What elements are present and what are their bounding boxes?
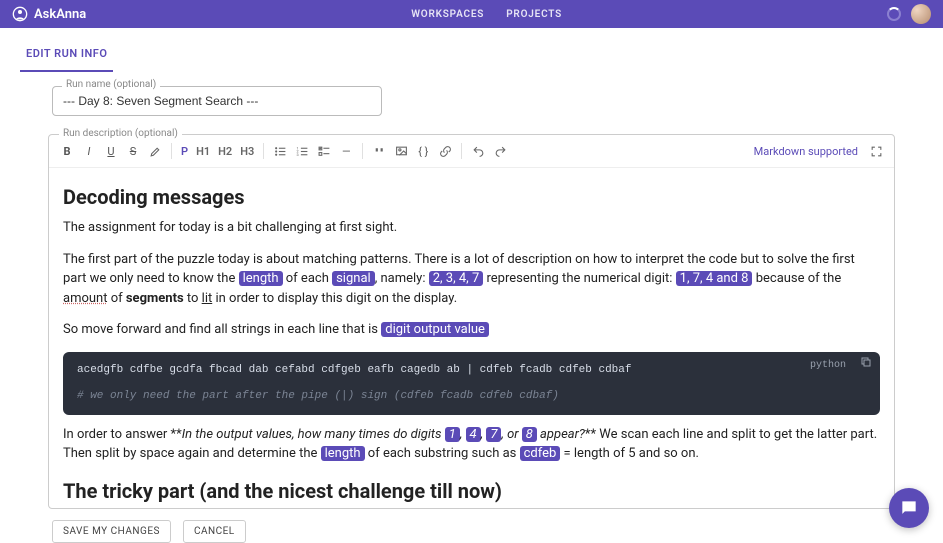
link-button[interactable] (435, 141, 455, 161)
tab-strip: EDIT RUN INFO (4, 28, 939, 72)
para-2: The first part of the puzzle today is ab… (63, 250, 880, 309)
run-name-label: Run name (optional) (62, 79, 160, 90)
para-1: The assignment for today is a bit challe… (63, 218, 880, 238)
italic-button[interactable]: I (79, 141, 99, 161)
run-name-input[interactable] (52, 86, 382, 116)
bullet-list-button[interactable] (270, 141, 290, 161)
codeblock-button[interactable]: { } (413, 141, 433, 161)
heading-tricky: The tricky part (and the nicest challeng… (63, 476, 880, 506)
undo-button[interactable] (468, 141, 488, 161)
run-description-label: Run description (optional) (59, 128, 182, 139)
para-4: In order to answer **In the output value… (63, 425, 880, 464)
h1-button[interactable]: H1 (193, 145, 213, 158)
para-3: So move forward and find all strings in … (63, 320, 880, 340)
run-name-field: Run name (optional) (52, 86, 891, 116)
chat-icon (899, 498, 919, 518)
redo-button[interactable] (490, 141, 510, 161)
chat-fab[interactable] (889, 488, 929, 528)
loading-spinner-icon (887, 7, 901, 21)
heading-decoding: Decoding messages (63, 182, 880, 212)
copy-code-button[interactable] (860, 356, 872, 368)
ordered-list-button[interactable]: 123 (292, 141, 312, 161)
task-list-button[interactable] (314, 141, 334, 161)
h2-button[interactable]: H2 (215, 145, 235, 158)
underline-button[interactable]: U (101, 141, 121, 161)
code-block: python acedgfb cdfbe gcdfa fbcad dab cef… (63, 352, 880, 415)
bold-button[interactable]: B (57, 141, 77, 161)
form-buttons: SAVE MY CHANGES CANCEL (4, 509, 939, 543)
code-line-1: acedgfb cdfbe gcdfa fbcad dab cefabd cdf… (77, 364, 632, 376)
hl-length: length (239, 271, 283, 286)
brand-text: AskAnna (34, 7, 86, 22)
hl-digits-2347: 2, 3, 4, 7 (429, 271, 484, 286)
paragraph-button[interactable]: P (178, 145, 191, 158)
brand-icon (12, 6, 28, 22)
code-comment: # we only need the part after the pipe (… (77, 388, 866, 405)
brand[interactable]: AskAnna (12, 6, 86, 22)
hl-digit-output: digit output value (381, 322, 489, 337)
code-lang: python (810, 358, 846, 373)
nav-projects[interactable]: PROJECTS (506, 9, 562, 20)
tab-edit-run-info[interactable]: EDIT RUN INFO (20, 47, 113, 72)
highlight-button[interactable] (145, 141, 165, 161)
hl-signal: signal (332, 271, 375, 286)
hr-button[interactable]: — (336, 141, 356, 161)
run-description-field: Run description (optional) B I U S P H1 … (48, 134, 895, 509)
top-nav: AskAnna WORKSPACES PROJECTS (0, 0, 943, 28)
h3-button[interactable]: H3 (237, 145, 257, 158)
nav-center: WORKSPACES PROJECTS (86, 9, 887, 20)
markdown-supported-link[interactable]: Markdown supported (754, 145, 858, 158)
image-button[interactable] (391, 141, 411, 161)
fullscreen-button[interactable] (866, 141, 886, 161)
nav-workspaces[interactable]: WORKSPACES (411, 9, 484, 20)
editor-toolbar: B I U S P H1 H2 H3 123 — (49, 135, 894, 168)
editor-content[interactable]: Decoding messages The assignment for tod… (49, 168, 894, 508)
strike-button[interactable]: S (123, 141, 143, 161)
hl-digits-1748: 1, 7, 4 and 8 (676, 271, 753, 286)
nav-right (887, 4, 931, 24)
avatar[interactable] (911, 4, 931, 24)
quote-button[interactable] (369, 141, 389, 161)
svg-text:3: 3 (296, 151, 298, 156)
